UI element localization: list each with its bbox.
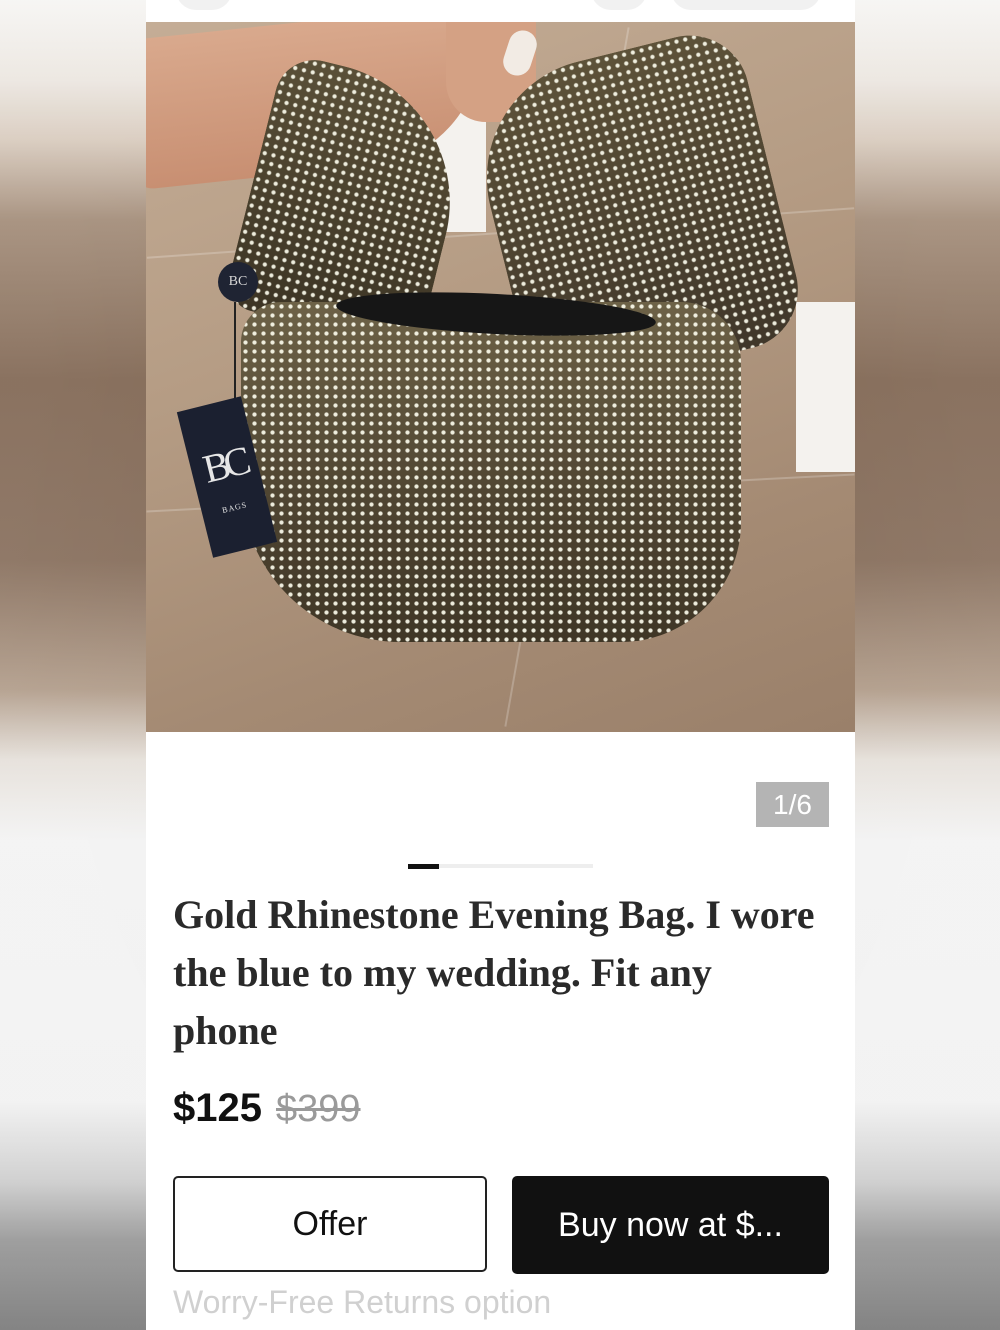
- back-icon[interactable]: [176, 0, 232, 10]
- pillar: [796, 302, 855, 472]
- listing-title: Gold Rhinestone Evening Bag. I wore the …: [173, 892, 815, 1053]
- image-counter-badge: 1/6: [756, 782, 829, 827]
- product-photo[interactable]: BC BC BAGS: [146, 22, 855, 732]
- round-brand-tag: BC: [218, 262, 258, 302]
- buy-now-button[interactable]: Buy now at $...: [512, 1176, 829, 1274]
- hang-tag-sub: BAGS: [221, 500, 249, 515]
- returns-notice: Worry-Free Returns option: [173, 1284, 552, 1320]
- share-icon[interactable]: [591, 0, 647, 10]
- original-price: $399: [275, 1088, 361, 1130]
- hang-tag-logo: BC: [198, 438, 250, 492]
- top-bar: [146, 0, 855, 22]
- top-action-button[interactable]: [671, 0, 821, 10]
- round-tag-logo: BC: [228, 274, 248, 289]
- rhinestone-bag: [241, 302, 741, 642]
- tag-string: [234, 302, 236, 412]
- offer-button[interactable]: Offer: [173, 1176, 487, 1272]
- listing-screen: BC BC BAGS 1/6 Gold Rhinestone Evening B…: [146, 0, 855, 1330]
- current-price: $125: [173, 1086, 262, 1130]
- carousel-indicator-active: [408, 864, 439, 869]
- price-row: $125 $399: [173, 1086, 361, 1131]
